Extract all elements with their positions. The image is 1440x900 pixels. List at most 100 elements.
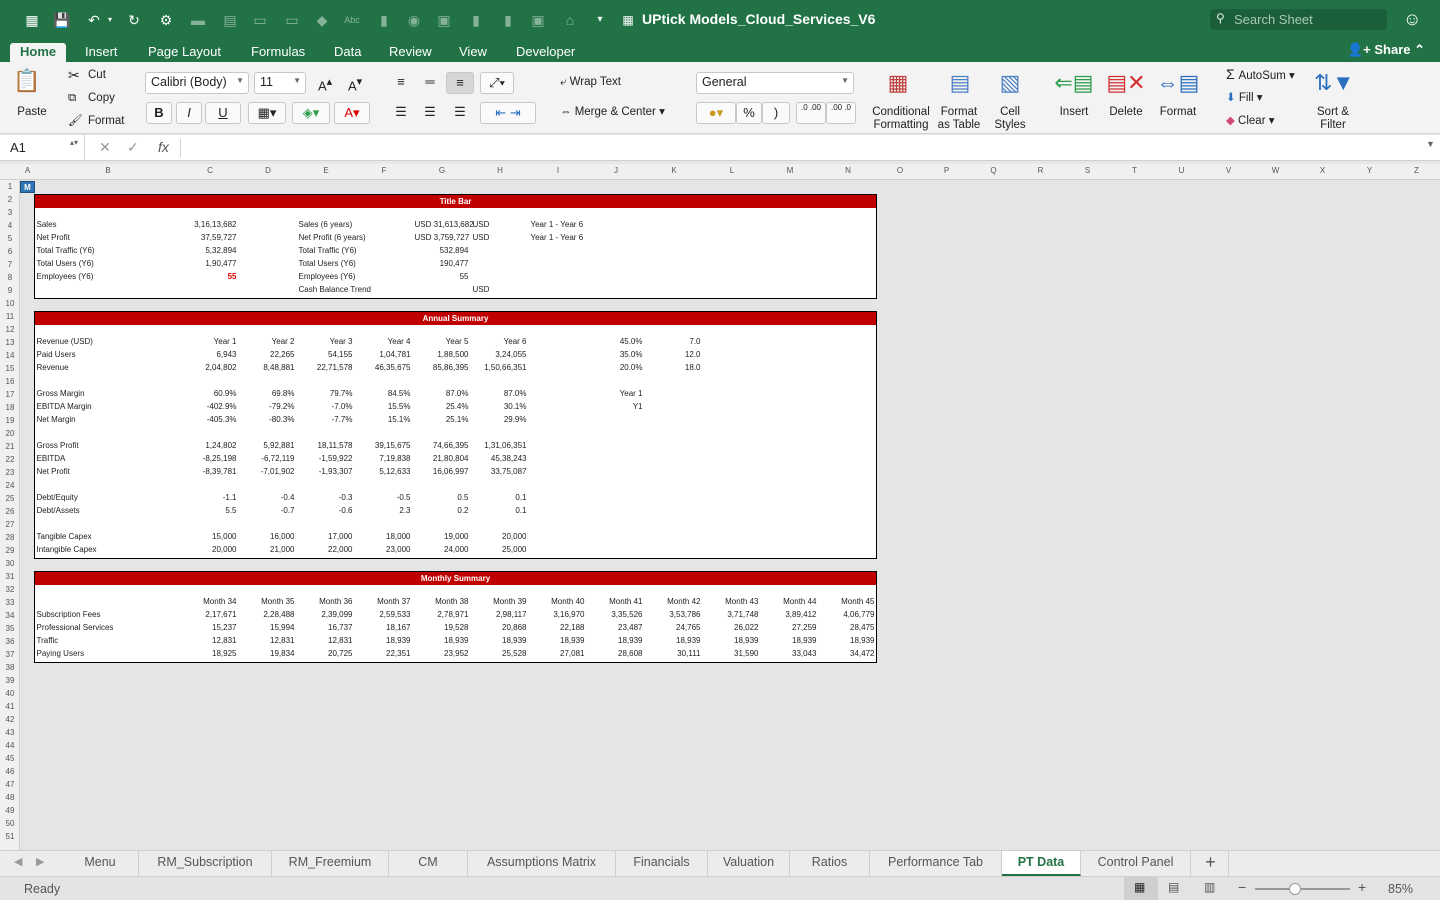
- worksheet-grid[interactable]: ABCDEFGHIJKLMNOPQRSTUVWXYZ 1 2 3 4 5 6 7 8 9 10 11…: [0, 164, 1440, 850]
- tab-view[interactable]: View: [459, 43, 487, 62]
- zoom-in-button[interactable]: +: [1358, 879, 1366, 895]
- copy-button[interactable]: Copy: [88, 92, 115, 105]
- sidebar-toggle-icon[interactable]: ▦: [22, 10, 42, 30]
- column-header-p[interactable]: P: [923, 166, 970, 175]
- row-header-51[interactable]: 51: [0, 832, 20, 841]
- column-header-o[interactable]: O: [877, 166, 923, 175]
- toolbar-icon-12[interactable]: ⌂: [560, 10, 580, 30]
- tab-data[interactable]: Data: [334, 43, 361, 62]
- orientation-button[interactable]: ⤢▾: [480, 72, 514, 94]
- toolbar-icon-3[interactable]: ▭: [250, 10, 270, 30]
- sheet-tab-rm-freemium[interactable]: RM_Freemium: [272, 851, 389, 876]
- row-header-1[interactable]: 1: [0, 182, 20, 191]
- row-header-13[interactable]: 13: [0, 338, 20, 347]
- page-break-view-button[interactable]: ▥: [1204, 880, 1215, 894]
- tab-page-layout[interactable]: Page Layout: [148, 43, 221, 62]
- feedback-smiley-icon[interactable]: ☺: [1403, 9, 1421, 30]
- fill-color-button[interactable]: ◈▾: [292, 102, 330, 124]
- column-header-i[interactable]: I: [529, 166, 587, 175]
- row-header-27[interactable]: 27: [0, 520, 20, 529]
- add-sheet-button[interactable]: +: [1193, 851, 1229, 876]
- row-header-7[interactable]: 7: [0, 260, 20, 269]
- row-header-39[interactable]: 39: [0, 676, 20, 685]
- format-painter-button[interactable]: Format: [88, 115, 124, 128]
- formula-input[interactable]: [180, 139, 1420, 157]
- sheet-tab-performance-tab[interactable]: Performance Tab: [870, 851, 1002, 876]
- cell-styles-button[interactable]: Cell Styles: [990, 106, 1030, 132]
- column-header-z[interactable]: Z: [1393, 166, 1440, 175]
- align-left-button[interactable]: ☰: [388, 102, 414, 124]
- row-header-44[interactable]: 44: [0, 741, 20, 750]
- font-name-select[interactable]: Calibri (Body) ▼: [145, 72, 249, 94]
- toolbar-icon-9[interactable]: ▮: [466, 10, 486, 30]
- tab-home[interactable]: Home: [10, 43, 67, 62]
- sheet-tab-valuation[interactable]: Valuation: [708, 851, 790, 876]
- scroll-tabs-left-icon[interactable]: ◀: [14, 855, 22, 868]
- row-header-49[interactable]: 49: [0, 806, 20, 815]
- redo-icon[interactable]: ↻: [124, 10, 144, 30]
- confirm-formula-icon[interactable]: ✓: [127, 139, 139, 156]
- spelling-icon[interactable]: Abc: [342, 10, 362, 30]
- row-header-12[interactable]: 12: [0, 325, 20, 334]
- row-header-10[interactable]: 10: [0, 299, 20, 308]
- column-header-s[interactable]: S: [1064, 166, 1111, 175]
- paste-button[interactable]: Paste: [10, 106, 54, 119]
- toolbar-icon-2[interactable]: ▤: [220, 10, 240, 30]
- sheet-tab-control-panel[interactable]: Control Panel: [1081, 851, 1191, 876]
- toolbar-icon-10[interactable]: ▮: [498, 10, 518, 30]
- font-size-select[interactable]: 11 ▼: [254, 72, 306, 94]
- row-header-15[interactable]: 15: [0, 364, 20, 373]
- tab-insert[interactable]: Insert: [85, 43, 118, 62]
- row-header-6[interactable]: 6: [0, 247, 20, 256]
- font-grow-button[interactable]: A▴: [312, 72, 338, 94]
- toolbar-icon-11[interactable]: ▣: [528, 10, 548, 30]
- row-header-43[interactable]: 43: [0, 728, 20, 737]
- delete-cells-button[interactable]: Delete: [1106, 106, 1146, 119]
- row-header-23[interactable]: 23: [0, 468, 20, 477]
- decrease-decimal-button[interactable]: .00 .0: [826, 102, 856, 124]
- increase-decimal-button[interactable]: .0 .00: [796, 102, 826, 124]
- font-color-button[interactable]: A▾: [334, 102, 370, 124]
- macro-icon[interactable]: ⚙: [156, 10, 176, 30]
- autosum-button[interactable]: Σ AutoSum ▾: [1226, 67, 1295, 83]
- undo-icon[interactable]: ↶: [84, 10, 104, 30]
- column-header-c[interactable]: C: [181, 166, 239, 175]
- align-bottom-button[interactable]: ≡: [446, 72, 474, 94]
- toolbar-icon-4[interactable]: ▭: [282, 10, 302, 30]
- column-header-h[interactable]: H: [471, 166, 529, 175]
- row-header-9[interactable]: 9: [0, 286, 20, 295]
- row-header-50[interactable]: 50: [0, 819, 20, 828]
- comma-style-button[interactable]: ): [762, 102, 790, 124]
- toolbar-icon-6[interactable]: ▮: [374, 10, 394, 30]
- row-header-24[interactable]: 24: [0, 481, 20, 490]
- row-header-30[interactable]: 30: [0, 559, 20, 568]
- row-header-25[interactable]: 25: [0, 494, 20, 503]
- bold-button[interactable]: B: [146, 102, 172, 124]
- borders-button[interactable]: ▦▾: [248, 102, 286, 124]
- row-header-31[interactable]: 31: [0, 572, 20, 581]
- row-header-29[interactable]: 29: [0, 546, 20, 555]
- column-header-n[interactable]: N: [819, 166, 877, 175]
- row-header-19[interactable]: 19: [0, 416, 20, 425]
- name-box-stepper-icon[interactable]: ▴▾: [70, 138, 78, 147]
- column-header-a[interactable]: A: [20, 166, 35, 175]
- column-header-x[interactable]: X: [1299, 166, 1346, 175]
- row-header-3[interactable]: 3: [0, 208, 20, 217]
- column-header-v[interactable]: V: [1205, 166, 1252, 175]
- row-header-5[interactable]: 5: [0, 234, 20, 243]
- align-right-button[interactable]: ☰: [446, 102, 474, 124]
- row-header-33[interactable]: 33: [0, 598, 20, 607]
- sheet-tab-rm-subscription[interactable]: RM_Subscription: [139, 851, 272, 876]
- row-header-48[interactable]: 48: [0, 793, 20, 802]
- row-header-11[interactable]: 11: [0, 312, 20, 321]
- row-header-26[interactable]: 26: [0, 507, 20, 516]
- column-header-k[interactable]: K: [645, 166, 703, 175]
- row-header-20[interactable]: 20: [0, 429, 20, 438]
- row-header-4[interactable]: 4: [0, 221, 20, 230]
- column-header-e[interactable]: E: [297, 166, 355, 175]
- column-header-l[interactable]: L: [703, 166, 761, 175]
- fill-button[interactable]: ⬇ Fill ▾: [1226, 92, 1263, 105]
- row-header-41[interactable]: 41: [0, 702, 20, 711]
- sheet-tab-cm[interactable]: CM: [389, 851, 468, 876]
- page-layout-view-button[interactable]: ▤: [1168, 880, 1179, 894]
